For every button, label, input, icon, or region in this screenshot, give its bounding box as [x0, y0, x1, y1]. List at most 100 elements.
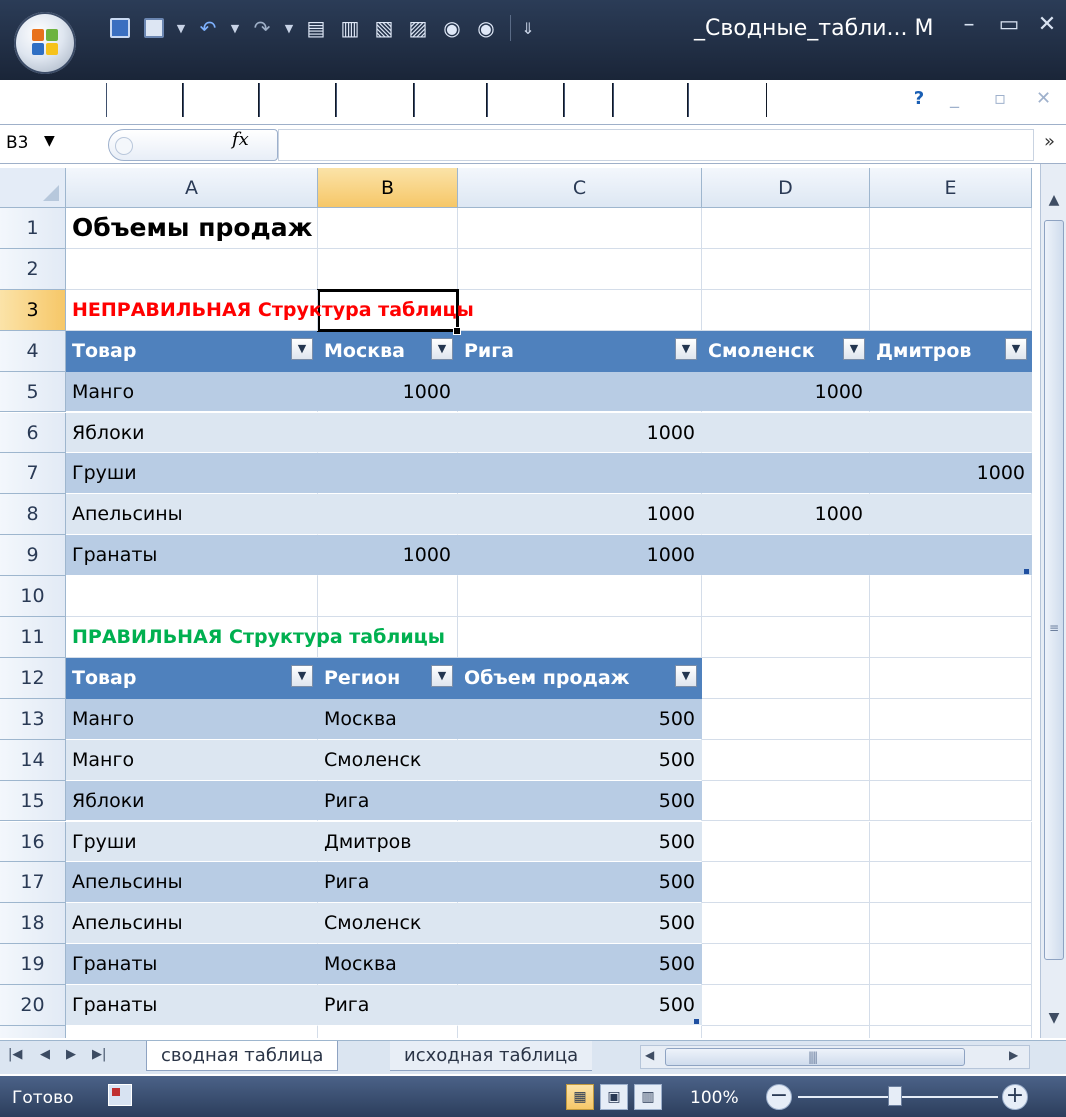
cell-d1[interactable] — [702, 208, 870, 249]
cell-e13[interactable] — [870, 698, 1032, 740]
vertical-scroll-thumb[interactable]: ≡ — [1044, 220, 1064, 960]
normal-view-icon[interactable]: ▦ — [566, 1084, 594, 1110]
cell-c7[interactable] — [458, 453, 702, 495]
cell-b19[interactable]: Москва — [318, 944, 458, 986]
row-header-6[interactable]: 6 — [0, 412, 66, 454]
row-header-5[interactable]: 5 — [0, 371, 66, 413]
cell-b14[interactable]: Смоленск — [318, 739, 458, 781]
cell-c11[interactable] — [458, 617, 702, 658]
row-header-8[interactable]: 8 — [0, 494, 66, 536]
cell-e5[interactable] — [870, 371, 1032, 413]
maximize-button[interactable]: ▭ — [994, 12, 1024, 37]
column-header-b[interactable]: B — [318, 168, 458, 208]
cell-a11[interactable]: ПРАВИЛЬНАЯ Структура таблицы — [66, 617, 445, 658]
fill-handle[interactable] — [453, 326, 461, 335]
cell-b20[interactable]: Рига — [318, 985, 458, 1026]
cell-b10[interactable] — [318, 576, 458, 617]
cell-e12[interactable] — [870, 657, 1032, 699]
filter-dropdown-icon[interactable]: ▼ — [1005, 337, 1027, 360]
horizontal-scroll-thumb[interactable]: |||| — [665, 1048, 965, 1066]
form-icon[interactable] — [140, 14, 168, 42]
cell-d8[interactable]: 1000 — [702, 494, 870, 536]
cell-a21[interactable] — [66, 1026, 318, 1038]
cell-c14[interactable]: 500 — [458, 739, 702, 781]
cell-d9[interactable] — [702, 535, 870, 577]
cell-d20[interactable] — [702, 985, 870, 1026]
horizontal-scrollbar[interactable]: ◀ |||| ▶ — [640, 1045, 1030, 1069]
cell-e15[interactable] — [870, 780, 1032, 822]
tab-addins[interactable]: Надстр — [688, 83, 767, 117]
cell-c8[interactable]: 1000 — [458, 494, 702, 536]
cell-b9[interactable]: 1000 — [318, 535, 458, 577]
save-icon[interactable] — [106, 14, 134, 42]
preview-icon[interactable]: ▧ — [370, 14, 398, 42]
table-resize-handle[interactable] — [694, 1019, 699, 1024]
select-all-corner[interactable] — [0, 168, 66, 208]
row-header-9[interactable]: 9 — [0, 535, 66, 577]
cell-b16[interactable]: Дмитров — [318, 821, 458, 863]
filter-dropdown-icon[interactable]: ▼ — [843, 337, 865, 360]
last-sheet-icon[interactable]: ▶| — [92, 1047, 106, 1062]
cancel-entry-icon[interactable] — [115, 137, 133, 155]
cell-e4[interactable]: Дмитров ▼ — [870, 330, 1032, 372]
cell-c4[interactable]: Рига ▼ — [458, 330, 702, 372]
cell-a5[interactable]: Манго — [66, 371, 318, 413]
row-header-3[interactable]: 3 — [0, 289, 66, 331]
cell-d10[interactable] — [702, 576, 870, 617]
macro-record-icon[interactable] — [108, 1084, 132, 1106]
sheet-tab-pivot[interactable]: сводная таблица — [146, 1041, 339, 1071]
cell-d7[interactable] — [702, 453, 870, 495]
scroll-up-icon[interactable]: ▲ — [1045, 192, 1063, 212]
print-icon[interactable]: ▥ — [336, 14, 364, 42]
cell-b4[interactable]: Москва ▼ — [318, 330, 458, 372]
page-layout-view-icon[interactable]: ▣ — [600, 1084, 628, 1110]
row-header-15[interactable]: 15 — [0, 780, 66, 822]
row-header-14[interactable]: 14 — [0, 739, 66, 781]
filter-dropdown-icon[interactable]: ▼ — [431, 664, 453, 687]
cell-d2[interactable] — [702, 248, 870, 290]
tab-data[interactable]: Данны — [413, 83, 488, 117]
name-box[interactable]: B3 — [6, 133, 28, 153]
cell-e21[interactable] — [870, 1026, 1032, 1038]
page-break-view-icon[interactable]: ▥ — [634, 1084, 662, 1110]
column-header-e[interactable]: E — [870, 168, 1032, 208]
filter-dropdown-icon[interactable]: ▼ — [675, 337, 697, 360]
form-dropdown-icon[interactable]: ▼ — [174, 22, 188, 35]
tab-formulas[interactable]: Форму. — [335, 83, 414, 117]
tab-developer[interactable]: Разраб — [612, 83, 688, 117]
cell-e2[interactable] — [870, 248, 1032, 290]
scroll-left-icon[interactable]: ◀ — [645, 1048, 654, 1062]
cell-a6[interactable]: Яблоки — [66, 412, 318, 454]
cell-a1[interactable]: Объемы продаж — [66, 208, 318, 249]
scroll-right-icon[interactable]: ▶ — [1009, 1048, 1018, 1062]
cell-e9[interactable] — [870, 535, 1032, 577]
cell-a17[interactable]: Апельсины — [66, 862, 318, 904]
cell-e14[interactable] — [870, 739, 1032, 781]
minimize-button[interactable]: – — [954, 12, 984, 37]
cell-d11[interactable] — [702, 617, 870, 658]
column-header-d[interactable]: D — [702, 168, 870, 208]
cell-e18[interactable] — [870, 903, 1032, 945]
first-sheet-icon[interactable]: |◀ — [8, 1047, 22, 1062]
cell-c3[interactable] — [458, 289, 702, 331]
cell-d14[interactable] — [702, 739, 870, 781]
cell-c1[interactable] — [458, 208, 702, 249]
cell-d18[interactable] — [702, 903, 870, 945]
cell-d4[interactable]: Смоленск ▼ — [702, 330, 870, 372]
row-header-19[interactable]: 19 — [0, 944, 66, 986]
prev-sheet-icon[interactable]: ◀ — [40, 1047, 50, 1062]
cell-a19[interactable]: Гранаты — [66, 944, 318, 986]
row-header-1[interactable]: 1 — [0, 208, 66, 249]
cell-b17[interactable]: Рига — [318, 862, 458, 904]
scroll-down-icon[interactable]: ▼ — [1045, 1010, 1063, 1030]
cell-a14[interactable]: Манго — [66, 739, 318, 781]
tab-review[interactable]: Реценз — [487, 83, 565, 117]
cell-a18[interactable]: Апельсины — [66, 903, 318, 945]
cell-c5[interactable] — [458, 371, 702, 413]
cell-d17[interactable] — [702, 862, 870, 904]
cell-b6[interactable] — [318, 412, 458, 454]
forward-icon[interactable]: ◉ — [472, 14, 500, 42]
cell-d3[interactable] — [702, 289, 870, 331]
cell-d5[interactable]: 1000 — [702, 371, 870, 413]
cell-c18[interactable]: 500 — [458, 903, 702, 945]
